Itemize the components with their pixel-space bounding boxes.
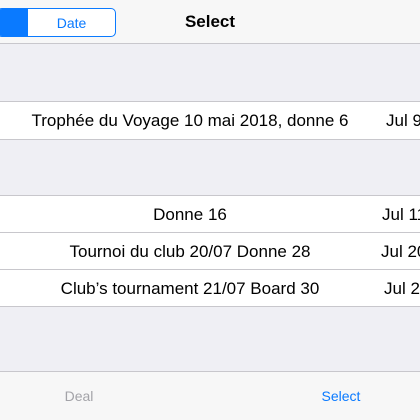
sort-segmented-control[interactable]: Date bbox=[0, 8, 116, 37]
deal-row[interactable]: Club’s tournament 21/07 Board 30 Jul 2 bbox=[0, 270, 420, 307]
deal-row[interactable]: Trophée du Voyage 10 mai 2018, donne 6 J… bbox=[0, 102, 420, 139]
page-title: Select bbox=[184, 12, 236, 31]
deal-date: Jul 11 bbox=[382, 204, 420, 224]
deal-title: Donne 16 bbox=[153, 204, 227, 224]
deal-title: Club’s tournament 21/07 Board 30 bbox=[60, 278, 320, 298]
deal-row[interactable]: Tournoi du club 20/07 Donne 28 Jul 20 bbox=[0, 233, 420, 270]
select-screen: Date Select Trophée du Voyage 10 mai 201… bbox=[0, 0, 420, 420]
select-button[interactable]: Select bbox=[302, 372, 380, 420]
navigation-bar: Date Select bbox=[0, 0, 420, 44]
row-separator bbox=[0, 306, 420, 307]
bottom-toolbar: Deal Select bbox=[0, 371, 420, 420]
deal-date: Jul 9 bbox=[386, 110, 420, 130]
deal-row[interactable]: Donne 16 Jul 11 bbox=[0, 196, 420, 233]
segment-date[interactable]: Date bbox=[27, 9, 115, 36]
deal-date: Jul 2 bbox=[384, 278, 420, 298]
segment-left[interactable] bbox=[0, 9, 27, 36]
deal-date: Jul 20 bbox=[381, 241, 420, 261]
deal-title: Tournoi du club 20/07 Donne 28 bbox=[69, 241, 311, 261]
deal-title: Trophée du Voyage 10 mai 2018, donne 6 bbox=[31, 110, 349, 130]
row-separator bbox=[0, 139, 420, 140]
deal-button[interactable]: Deal bbox=[40, 372, 118, 420]
